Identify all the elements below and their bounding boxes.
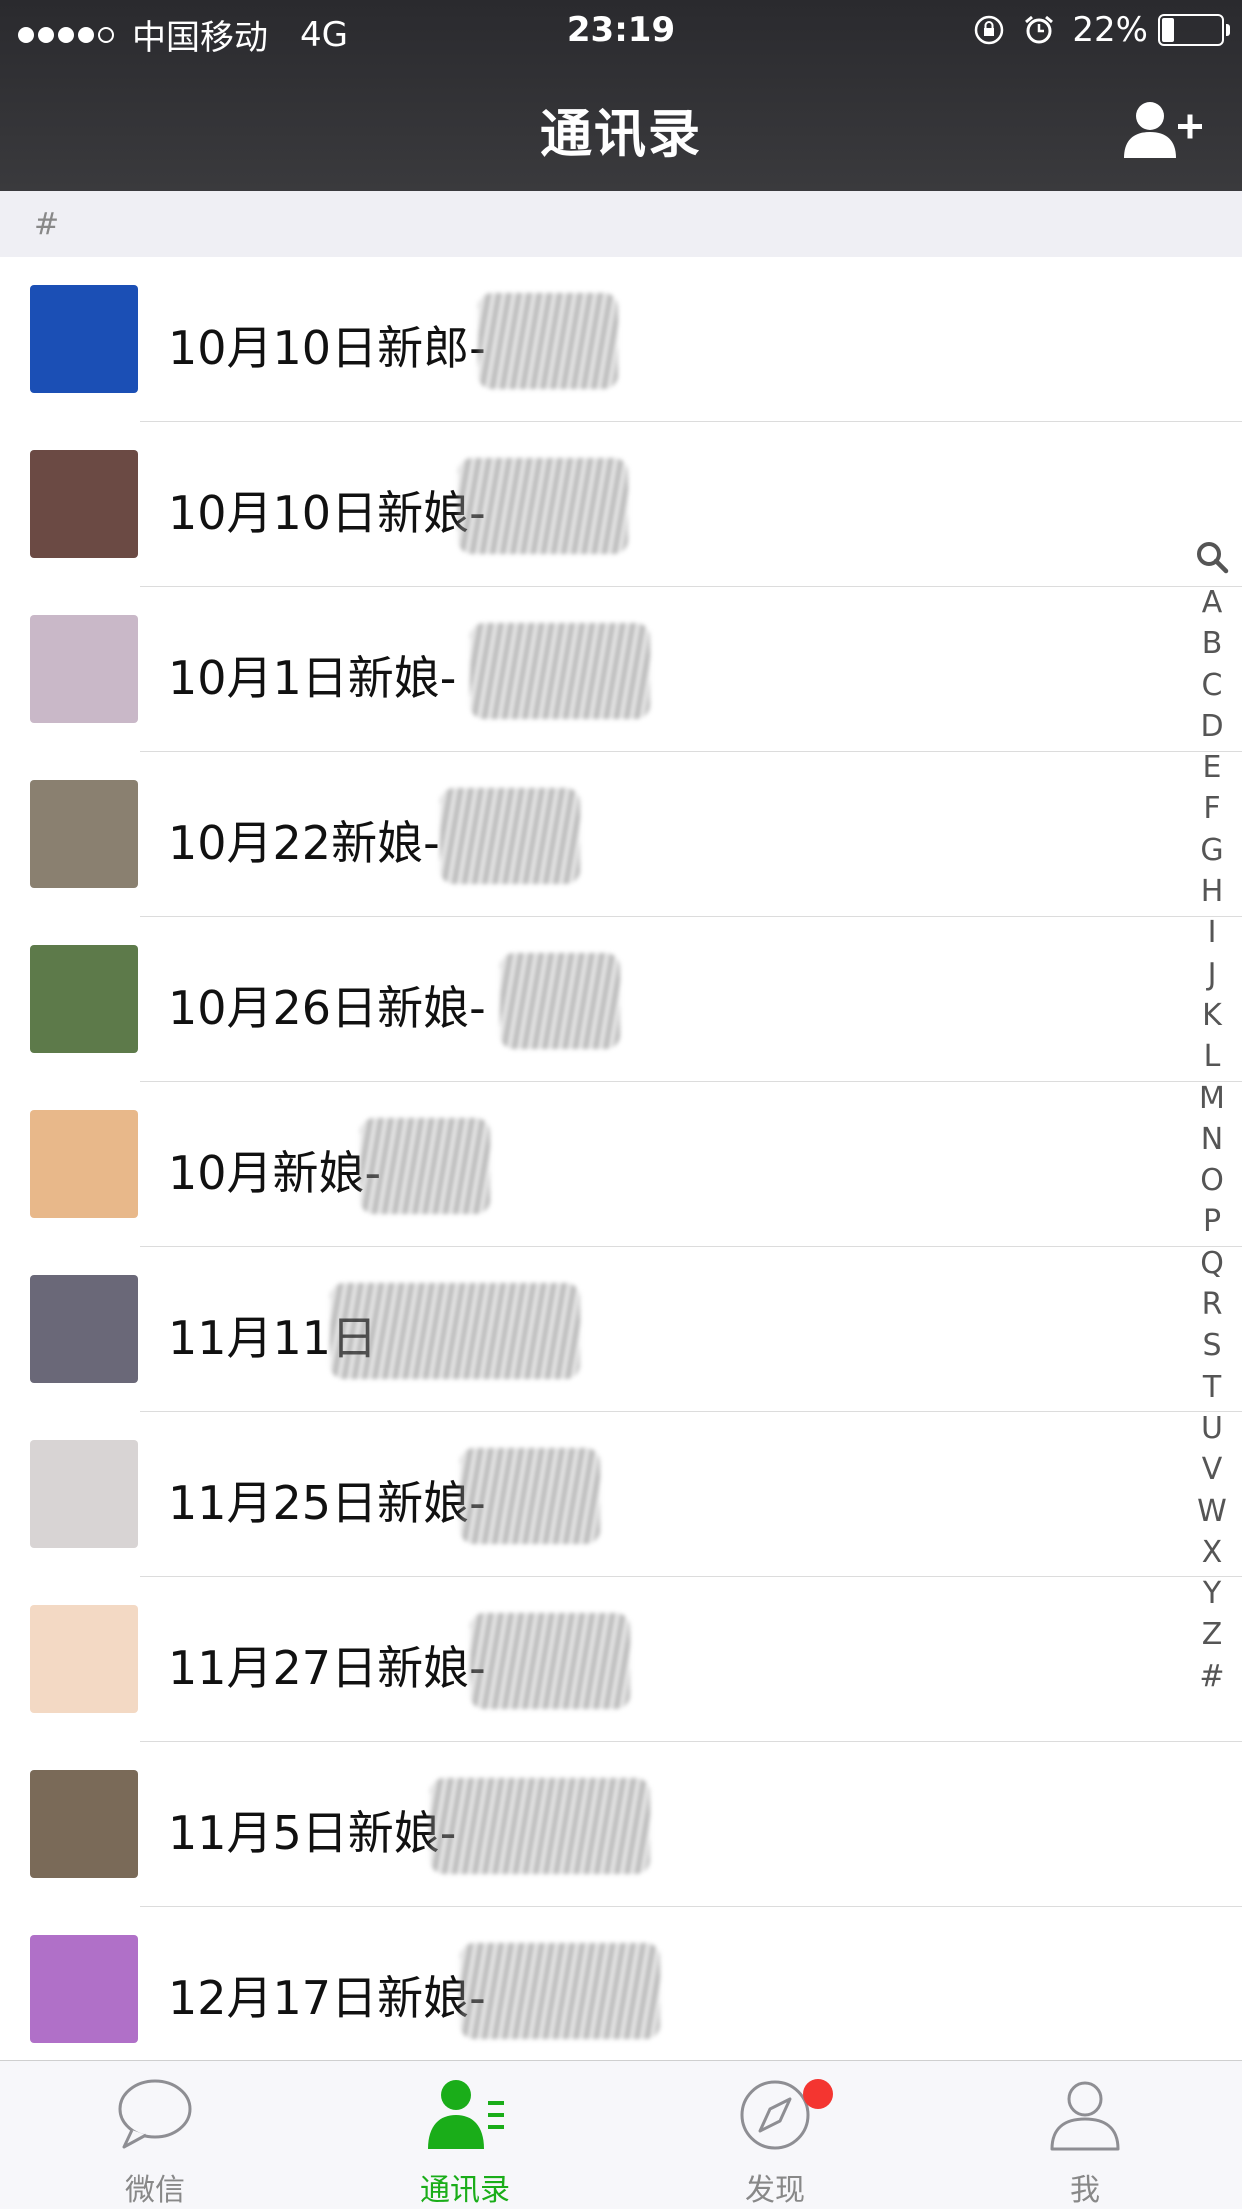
redaction-scribble — [330, 1283, 580, 1379]
alphabet-index[interactable]: A B C D E F G H I J K L M N O P Q R S T U V W X Y Z # — [1192, 540, 1232, 1697]
tab-chats[interactable]: 微信 — [0, 2061, 310, 2209]
index-letter[interactable]: L — [1204, 1036, 1221, 1077]
index-letter[interactable]: A — [1202, 582, 1223, 623]
index-letter[interactable]: N — [1201, 1119, 1223, 1160]
avatar — [30, 450, 138, 558]
tab-label: 我 — [1070, 2173, 1100, 2208]
redaction-scribble — [478, 293, 618, 389]
status-bar: 中国移动 4G 23:19 22% — [0, 0, 1242, 64]
contact-name: 10月新娘- — [168, 1146, 382, 1200]
redaction-scribble — [470, 623, 650, 719]
index-letter[interactable]: I — [1208, 912, 1217, 953]
contact-name: 11月27日新娘- — [168, 1641, 486, 1695]
index-letter[interactable]: # — [1199, 1656, 1224, 1697]
index-letter[interactable]: B — [1202, 623, 1223, 664]
index-search-icon[interactable] — [1195, 540, 1229, 574]
tab-contacts[interactable]: 通讯录 — [310, 2061, 620, 2209]
contact-row[interactable]: 12月17日新娘- — [0, 1907, 1242, 2072]
contact-row[interactable]: 10月10日新娘- — [0, 422, 1242, 587]
index-letter[interactable]: R — [1202, 1284, 1223, 1325]
tab-me[interactable]: 我 — [930, 2061, 1240, 2209]
contact-row[interactable]: 10月26日新娘- — [0, 917, 1242, 1082]
contact-name: 12月17日新娘- — [168, 1971, 486, 2025]
contact-row[interactable]: 10月1日新娘- — [0, 587, 1242, 752]
contact-row[interactable]: 11月25日新娘- — [0, 1412, 1242, 1577]
chat-bubble-icon — [118, 2079, 192, 2149]
contact-row[interactable]: 11月5日新娘- — [0, 1742, 1242, 1907]
battery-icon — [1158, 14, 1230, 46]
contact-name: 10月22新娘- — [168, 816, 440, 870]
tab-label: 微信 — [125, 2173, 185, 2208]
index-letter[interactable]: W — [1197, 1491, 1227, 1532]
index-letter[interactable]: P — [1203, 1201, 1221, 1242]
index-letter[interactable]: K — [1202, 995, 1222, 1036]
contacts-icon — [428, 2080, 504, 2149]
index-letter[interactable]: F — [1203, 788, 1220, 829]
index-letter[interactable]: E — [1203, 747, 1222, 788]
contact-name: 10月10日新郎- — [168, 321, 486, 375]
index-letter[interactable]: S — [1202, 1325, 1221, 1366]
tab-discover[interactable]: 发现 — [620, 2061, 930, 2209]
contact-name: 10月1日新娘- — [168, 651, 457, 705]
avatar — [30, 945, 138, 1053]
redaction-scribble — [430, 1778, 650, 1874]
index-letter[interactable]: G — [1200, 830, 1223, 871]
avatar — [30, 1770, 138, 1878]
tab-label: 通讯录 — [420, 2173, 510, 2208]
person-icon — [1050, 2081, 1120, 2151]
index-letter[interactable]: D — [1200, 706, 1223, 747]
notification-badge — [803, 2079, 833, 2109]
add-contact-icon[interactable] — [1122, 96, 1202, 160]
contact-row[interactable]: 11月11日 — [0, 1247, 1242, 1412]
contact-name: 11月25日新娘- — [168, 1476, 486, 1530]
contact-list[interactable]: 10月10日新郎- 10月10日新娘- 10月1日新娘- 10月22新娘- 10月26日… — [0, 257, 1242, 2072]
contact-name: 10月10日新娘- — [168, 486, 486, 540]
index-letter[interactable]: H — [1201, 871, 1224, 912]
tab-label: 发现 — [745, 2173, 805, 2208]
redaction-scribble — [440, 788, 580, 884]
index-letter[interactable]: Y — [1203, 1573, 1221, 1614]
redaction-scribble — [500, 953, 620, 1049]
index-letter[interactable]: V — [1202, 1449, 1223, 1490]
battery-percent: 22% — [1072, 10, 1148, 50]
tab-bar: 微信 通讯录 发现 我 — [0, 2060, 1242, 2209]
avatar — [30, 285, 138, 393]
contact-row[interactable]: 10月22新娘- — [0, 752, 1242, 917]
contact-name: 10月26日新娘- — [168, 981, 486, 1035]
avatar — [30, 615, 138, 723]
redaction-scribble — [460, 1943, 660, 2039]
orientation-lock-icon — [975, 15, 1004, 45]
redaction-scribble — [360, 1118, 490, 1214]
redaction-scribble — [458, 458, 628, 554]
avatar — [30, 780, 138, 888]
page-title: 通讯录 — [539, 105, 702, 165]
avatar — [30, 1605, 138, 1713]
index-letter[interactable]: Q — [1200, 1243, 1224, 1284]
index-letter[interactable]: Z — [1202, 1614, 1223, 1655]
section-header-label: # — [34, 207, 60, 242]
avatar — [30, 1275, 138, 1383]
index-letter[interactable]: T — [1203, 1367, 1221, 1408]
top-bar: 中国移动 4G 23:19 22% 通讯录 — [0, 0, 1242, 191]
contact-row[interactable]: 11月27日新娘- — [0, 1577, 1242, 1742]
index-letter[interactable]: C — [1202, 665, 1223, 706]
index-letter[interactable]: O — [1200, 1160, 1224, 1201]
avatar — [30, 1110, 138, 1218]
index-letter[interactable]: U — [1201, 1408, 1223, 1449]
battery-fill — [1162, 18, 1174, 42]
section-header: # — [0, 191, 1242, 257]
redaction-scribble — [470, 1613, 630, 1709]
contact-name: 11月5日新娘- — [168, 1806, 457, 1860]
index-letter[interactable]: M — [1199, 1078, 1225, 1119]
index-letter[interactable]: X — [1202, 1532, 1223, 1573]
index-letter[interactable]: J — [1208, 954, 1217, 995]
avatar — [30, 1440, 138, 1548]
contact-row[interactable]: 10月新娘- — [0, 1082, 1242, 1247]
status-right: 22% — [972, 10, 1230, 50]
redaction-scribble — [460, 1448, 600, 1544]
contact-row[interactable]: 10月10日新郎- — [0, 257, 1242, 422]
avatar — [30, 1935, 138, 2043]
alarm-icon — [1025, 15, 1054, 44]
